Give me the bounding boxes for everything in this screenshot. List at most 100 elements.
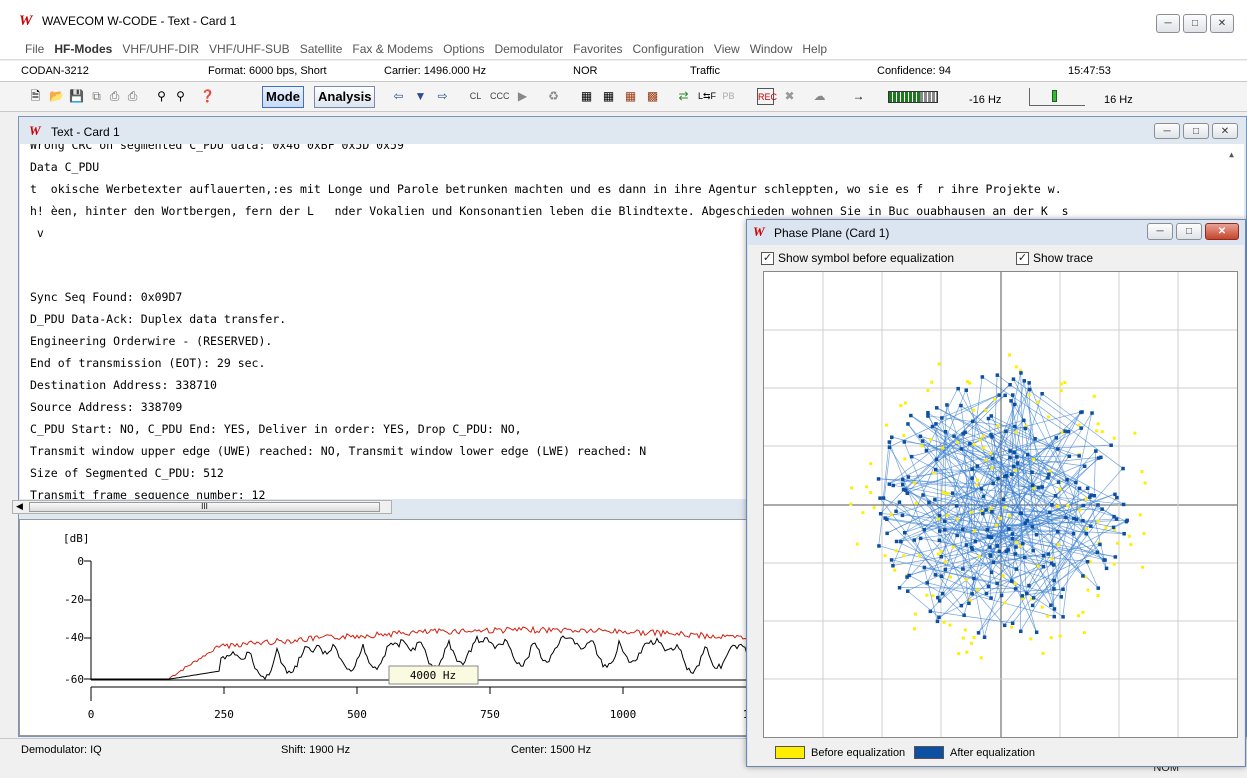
stop-record-icon[interactable]: ✖ bbox=[781, 88, 798, 105]
menu-window[interactable]: Window bbox=[750, 42, 793, 56]
text-line: Transmit frame sequence number: 12 bbox=[30, 488, 266, 499]
play-icon[interactable]: ▶ bbox=[514, 88, 531, 105]
display-icon[interactable]: ▦ bbox=[578, 88, 595, 105]
symbol-before-point bbox=[894, 549, 898, 553]
symbol-after-point bbox=[1079, 410, 1083, 415]
menu-file[interactable]: File bbox=[25, 42, 44, 56]
menu-favorites[interactable]: Favorites bbox=[573, 42, 622, 56]
recycle-icon[interactable]: ♻ bbox=[545, 88, 562, 105]
scroll-left-arrow-icon[interactable]: ◀ bbox=[16, 501, 23, 512]
trace-segment bbox=[882, 441, 890, 498]
symbol-before-point bbox=[1014, 468, 1017, 472]
record-icon[interactable]: REC bbox=[757, 88, 777, 105]
symbol-before-point bbox=[998, 516, 1002, 520]
open-folder-icon[interactable]: 📂 bbox=[48, 88, 65, 105]
clear-ccc-icon[interactable]: CCC bbox=[490, 88, 510, 105]
forward-arrow-icon[interactable]: ⇨ bbox=[434, 88, 451, 105]
symbol-after-point bbox=[982, 635, 987, 639]
passband-icon[interactable]: PB bbox=[720, 88, 737, 105]
show-symbol-checkbox[interactable]: ✓ Show symbol before equalization bbox=[761, 251, 954, 265]
symbol-before-point bbox=[976, 478, 979, 482]
lsb-icon[interactable]: L⇆F bbox=[698, 88, 716, 105]
analysis-button[interactable]: Analysis bbox=[314, 86, 376, 108]
print-preview-icon[interactable]: ⎙ bbox=[106, 88, 123, 105]
text-window-minimize-button[interactable]: ─ bbox=[1154, 123, 1180, 139]
menu-hf-modes[interactable]: HF-Modes bbox=[54, 42, 112, 56]
text-line: Transmit window upper edge (UWE) reached… bbox=[30, 444, 647, 458]
symbol-after-point bbox=[935, 619, 940, 624]
horizontal-scrollbar[interactable]: ◀ III bbox=[12, 500, 392, 514]
symbol-after-point bbox=[979, 487, 984, 491]
symbol-before-point bbox=[1040, 605, 1044, 609]
symbol-before-point bbox=[920, 444, 924, 448]
help-icon[interactable]: ❓ bbox=[199, 88, 216, 105]
symbol-before-point bbox=[1112, 436, 1116, 440]
checkbox-checked-icon[interactable]: ✓ bbox=[761, 251, 774, 265]
new-file-icon[interactable]: 🗎 bbox=[27, 88, 44, 105]
symbol-after-point bbox=[934, 457, 939, 462]
symbol-before-point bbox=[1058, 634, 1062, 638]
show-trace-checkbox[interactable]: ✓ Show trace bbox=[1016, 251, 1093, 265]
symbol-after-point bbox=[1010, 621, 1015, 625]
trace-segment bbox=[906, 537, 921, 577]
symbol-after-point bbox=[1100, 507, 1104, 511]
tune-center-icon[interactable]: → bbox=[850, 88, 867, 105]
phase-window-titlebar[interactable]: W Phase Plane (Card 1) ─ □ ✕ bbox=[747, 220, 1245, 244]
mode-button[interactable]: Mode bbox=[262, 86, 304, 108]
menu-configuration[interactable]: Configuration bbox=[633, 42, 704, 56]
scrollbar-thumb[interactable]: III bbox=[29, 502, 380, 512]
symbol-after-point bbox=[950, 491, 955, 495]
dropdown-arrow-icon[interactable]: ▼ bbox=[412, 88, 429, 105]
phase-window-close-button[interactable]: ✕ bbox=[1205, 223, 1239, 240]
tune-left-label: -16 Hz bbox=[969, 94, 1002, 106]
symbol-after-point bbox=[962, 613, 966, 617]
menu-demodulator[interactable]: Demodulator bbox=[494, 42, 563, 56]
phase-window-minimize-button[interactable]: ─ bbox=[1147, 223, 1173, 240]
save-icon[interactable]: 💾 bbox=[68, 88, 85, 105]
pattern-icon[interactable]: ▩ bbox=[644, 88, 661, 105]
menu-vhf-uhf-sub[interactable]: VHF/UHF-SUB bbox=[209, 42, 290, 56]
symbol-after-point bbox=[924, 448, 929, 453]
phase-window-maximize-button[interactable]: □ bbox=[1176, 223, 1202, 240]
menu-fax-modems[interactable]: Fax & Modems bbox=[352, 42, 433, 56]
grid-icon[interactable]: ▦ bbox=[622, 88, 639, 105]
minimize-button[interactable]: ─ bbox=[1156, 14, 1180, 33]
menu-help[interactable]: Help bbox=[802, 42, 827, 56]
cloud-icon[interactable]: ☁ bbox=[811, 88, 828, 105]
print-icon[interactable]: ⎙ bbox=[124, 88, 141, 105]
status-confidence: Confidence: 94 bbox=[877, 65, 951, 77]
symbol-after-point bbox=[887, 440, 892, 444]
menu-satellite[interactable]: Satellite bbox=[300, 42, 343, 56]
symbol-after-point bbox=[985, 528, 989, 532]
maximize-button[interactable]: □ bbox=[1183, 14, 1207, 33]
copy-icon[interactable]: ⧉ bbox=[88, 88, 105, 105]
symbol-after-point bbox=[981, 494, 986, 499]
bitstream-icon[interactable]: ▦ bbox=[600, 88, 617, 105]
find-icon[interactable]: ⚲ bbox=[153, 88, 170, 105]
close-button[interactable]: ✕ bbox=[1210, 14, 1234, 33]
tune-right-label: 16 Hz bbox=[1104, 94, 1133, 106]
symbol-before-point bbox=[1036, 564, 1040, 568]
menu-vhf-uhf-dir[interactable]: VHF/UHF-DIR bbox=[122, 42, 199, 56]
symbol-after-point bbox=[1092, 494, 1097, 498]
sync-icon[interactable]: ⇄ bbox=[675, 88, 692, 105]
symbol-before-point bbox=[1096, 422, 1100, 426]
menu-options[interactable]: Options bbox=[443, 42, 484, 56]
text-window-close-button[interactable]: ✕ bbox=[1212, 123, 1238, 139]
tuning-indicator[interactable] bbox=[1029, 88, 1085, 106]
text-line: h! èen, hinter den Wortbergen, fern der … bbox=[30, 204, 1069, 218]
symbol-before-point bbox=[1008, 514, 1012, 518]
menu-view[interactable]: View bbox=[714, 42, 740, 56]
symbol-after-point bbox=[900, 513, 905, 518]
checkbox-checked-icon[interactable]: ✓ bbox=[1016, 251, 1029, 265]
text-window-maximize-button[interactable]: □ bbox=[1183, 123, 1209, 139]
scroll-up-arrow-icon[interactable]: ▲ bbox=[1229, 150, 1234, 159]
symbol-before-point bbox=[902, 553, 906, 557]
clear-icon[interactable]: CL bbox=[467, 88, 484, 105]
symbol-before-point bbox=[941, 490, 945, 494]
symbol-after-point bbox=[1104, 566, 1109, 571]
find-next-icon[interactable]: ⚲ bbox=[172, 88, 189, 105]
symbol-before-point bbox=[968, 598, 972, 602]
back-arrow-icon[interactable]: ⇦ bbox=[390, 88, 407, 105]
symbol-after-point bbox=[901, 477, 905, 482]
